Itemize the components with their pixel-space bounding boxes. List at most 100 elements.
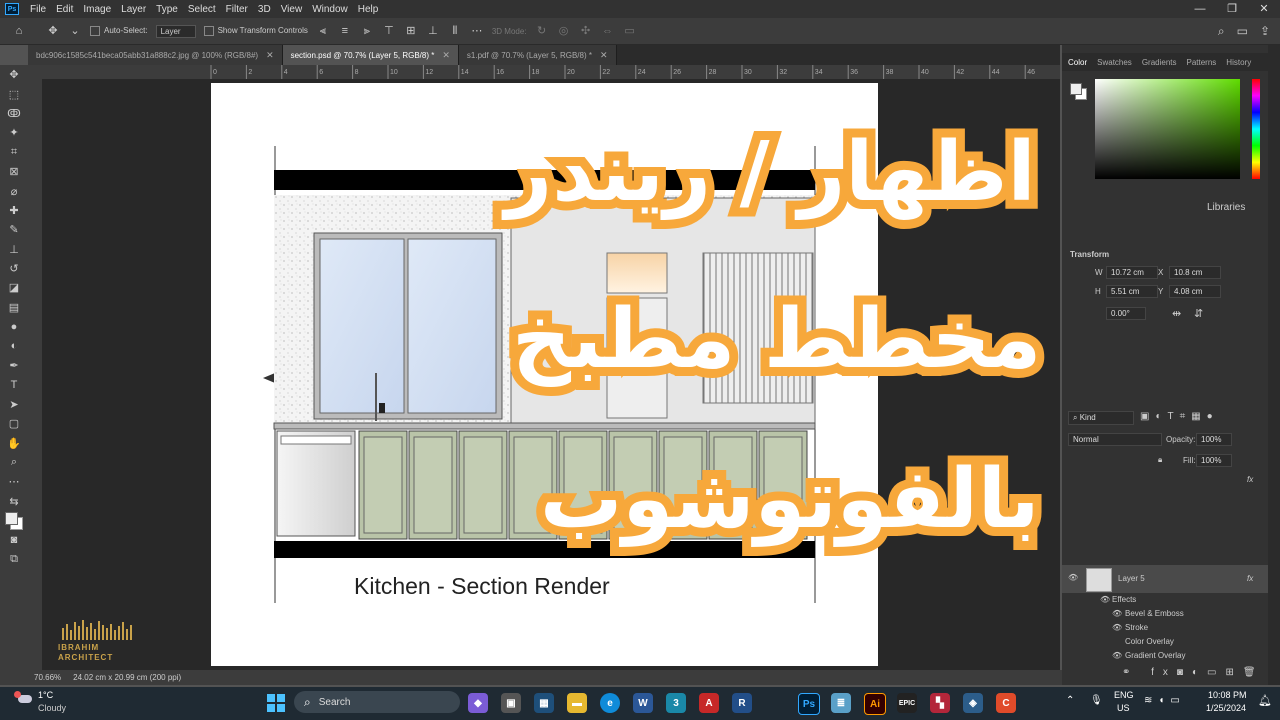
tab-section-psd[interactable]: section.psd @ 70.7% (Layer 5, RGB/8) * ✕ bbox=[282, 45, 459, 65]
tab-color[interactable]: Color bbox=[1068, 58, 1087, 67]
3d-slide-icon[interactable]: ⇔ bbox=[601, 24, 615, 38]
edge-browser-icon[interactable]: e bbox=[600, 693, 620, 713]
layer-filter-kind[interactable]: ⌕ Kind bbox=[1068, 411, 1134, 425]
blend-mode-select[interactable]: Normal bbox=[1068, 433, 1162, 446]
align-bottom-icon[interactable]: ⊥ bbox=[426, 24, 440, 38]
marquee-tool-icon[interactable]: ⬚ bbox=[0, 84, 28, 103]
task-view-icon[interactable]: ▣ bbox=[501, 693, 521, 713]
layer-row-active[interactable]: 👁︎ Layer 5 fx bbox=[1062, 565, 1268, 593]
shape-tool-icon[interactable]: ▢ bbox=[0, 414, 28, 433]
restore-button[interactable]: ❐ bbox=[1216, 0, 1248, 18]
chevron-down-icon[interactable]: ⌄ bbox=[68, 24, 82, 38]
lasso-tool-icon[interactable]: ↂ bbox=[0, 104, 28, 123]
hand-tool-icon[interactable]: ✋ bbox=[0, 433, 28, 452]
opacity-field[interactable]: 100% bbox=[1196, 433, 1232, 446]
search-icon[interactable]: ⌕ bbox=[1218, 24, 1225, 39]
app-red-icon[interactable]: ▚ bbox=[930, 693, 950, 713]
flip-vertical-icon[interactable]: ⇵ bbox=[1194, 307, 1203, 320]
show-transform-checkbox[interactable]: Show Transform Controls bbox=[203, 26, 308, 36]
history-brush-icon[interactable]: ↺ bbox=[0, 259, 28, 278]
fx-icon[interactable]: fx bbox=[1247, 475, 1253, 484]
eyedropper-icon[interactable]: ⌀ bbox=[0, 181, 28, 200]
photoshop-taskbar-icon[interactable]: Ps bbox=[798, 693, 820, 715]
close-icon[interactable]: ✕ bbox=[442, 50, 450, 61]
word-icon[interactable]: W bbox=[633, 693, 653, 713]
app-orange-icon[interactable]: C bbox=[996, 693, 1016, 713]
type-tool-icon[interactable]: T bbox=[0, 375, 28, 394]
copilot-icon[interactable]: ◆ bbox=[468, 693, 488, 713]
align-top-icon[interactable]: ⊤ bbox=[382, 24, 396, 38]
height-field[interactable]: 5.51 cm bbox=[1106, 285, 1158, 298]
layers-footer-icons[interactable]: ⚭ fx◙◐▭⊞🗑︎ bbox=[1122, 667, 1265, 678]
epic-games-icon[interactable]: EPIC bbox=[897, 693, 917, 713]
tab-bdc906[interactable]: bdc906c1585c541beca05abb31a888c2.jpg @ 1… bbox=[28, 45, 283, 65]
visibility-eye-icon[interactable]: 👁︎ bbox=[1112, 623, 1122, 632]
visibility-eye-icon[interactable]: 👁︎ bbox=[1068, 573, 1078, 582]
pen-tool-icon[interactable]: ✒ bbox=[0, 356, 28, 375]
healing-brush-icon[interactable]: ✚ bbox=[0, 201, 28, 220]
zoom-tool-icon[interactable]: ⌕ bbox=[0, 453, 28, 472]
libraries-tab[interactable]: Libraries bbox=[1207, 202, 1245, 213]
calculator-icon[interactable]: ▦ bbox=[534, 693, 554, 713]
tray-chevron-icon[interactable]: ⌃ bbox=[1066, 695, 1074, 706]
hue-slider[interactable] bbox=[1252, 79, 1260, 179]
effect-color-overlay[interactable]: Color Overlay bbox=[1125, 637, 1174, 646]
angle-field[interactable]: 0.00° bbox=[1106, 307, 1146, 320]
revit-icon[interactable]: R bbox=[732, 693, 752, 713]
effect-bevel-emboss[interactable]: Bevel & Emboss bbox=[1125, 609, 1184, 618]
weather-desc[interactable]: Cloudy bbox=[38, 703, 66, 713]
weather-temp[interactable]: 1°C bbox=[38, 690, 53, 700]
photoshop-logo-icon[interactable]: Ps bbox=[5, 3, 19, 15]
width-field[interactable]: 10.72 cm bbox=[1106, 266, 1158, 279]
autocad-icon[interactable]: A bbox=[699, 693, 719, 713]
auto-select-dropdown[interactable]: Layer bbox=[155, 24, 196, 38]
menu-filter[interactable]: Filter bbox=[221, 4, 253, 15]
tab-history[interactable]: History bbox=[1226, 58, 1251, 67]
clock-date[interactable]: 1/25/2024 bbox=[1206, 703, 1246, 713]
screen-mode-icon[interactable]: ⧉ bbox=[0, 550, 28, 569]
swap-colors-icon[interactable]: ⇆ bbox=[0, 492, 28, 511]
file-explorer-icon[interactable]: ▬ bbox=[567, 693, 587, 713]
app-3-icon[interactable]: 3 bbox=[666, 693, 686, 713]
tab-swatches[interactable]: Swatches bbox=[1097, 58, 1132, 67]
path-selection-icon[interactable]: ➤ bbox=[0, 395, 28, 414]
menu-type[interactable]: Type bbox=[151, 4, 183, 15]
fill-field[interactable]: 100% bbox=[1196, 454, 1232, 467]
brush-tool-icon[interactable]: ✎ bbox=[0, 220, 28, 239]
minimize-button[interactable]: — bbox=[1184, 0, 1216, 18]
close-button[interactable]: ✕ bbox=[1248, 0, 1280, 18]
3d-drag-icon[interactable]: ✣ bbox=[579, 24, 593, 38]
tray-status-icons[interactable]: ≋◖▭ bbox=[1144, 695, 1186, 706]
microphone-icon[interactable]: 🎙︎ bbox=[1090, 695, 1103, 706]
tab-patterns[interactable]: Patterns bbox=[1187, 58, 1217, 67]
tab-gradients[interactable]: Gradients bbox=[1142, 58, 1177, 67]
color-picker-field[interactable] bbox=[1095, 79, 1240, 179]
fg-bg-swatch[interactable] bbox=[1070, 83, 1087, 100]
x-field[interactable]: 10.8 cm bbox=[1169, 266, 1221, 279]
3d-rotate-icon[interactable]: ↻ bbox=[535, 24, 549, 38]
workspace-icon[interactable]: ▭ bbox=[1237, 24, 1248, 38]
frame-tool-icon[interactable]: ⊠ bbox=[0, 162, 28, 181]
zoom-level[interactable]: 70.66% bbox=[34, 673, 61, 682]
3d-video-icon[interactable]: ▭ bbox=[623, 24, 637, 38]
notification-bell-icon[interactable]: 🔔︎ bbox=[1258, 694, 1272, 707]
align-middle-icon[interactable]: ⊞ bbox=[404, 24, 418, 38]
flip-horizontal-icon[interactable]: ⇹ bbox=[1172, 307, 1181, 320]
align-right-icon[interactable]: ⫸ bbox=[360, 24, 374, 38]
align-left-icon[interactable]: ⫷ bbox=[316, 24, 330, 38]
dodge-tool-icon[interactable]: ◐ bbox=[0, 336, 28, 355]
color-swatches[interactable] bbox=[0, 511, 28, 530]
illustrator-icon[interactable]: Ai bbox=[864, 693, 886, 715]
y-field[interactable]: 4.08 cm bbox=[1169, 285, 1221, 298]
more-options-icon[interactable]: ⋯ bbox=[470, 24, 484, 38]
clock-time[interactable]: 10:08 PM bbox=[1208, 690, 1247, 700]
taskbar-search-box[interactable]: ⌕ Search bbox=[294, 691, 460, 713]
clone-stamp-icon[interactable]: ⊥ bbox=[0, 240, 28, 259]
quick-mask-icon[interactable]: ◙ bbox=[0, 530, 28, 549]
magic-wand-icon[interactable]: ✦ bbox=[0, 123, 28, 142]
windows-start-icon[interactable] bbox=[266, 693, 286, 713]
distribute-icon[interactable]: ⦀ bbox=[448, 24, 462, 38]
lock-icon[interactable]: 🔒︎ bbox=[1158, 455, 1162, 465]
menu-edit[interactable]: Edit bbox=[51, 4, 78, 15]
menu-view[interactable]: View bbox=[276, 4, 308, 15]
